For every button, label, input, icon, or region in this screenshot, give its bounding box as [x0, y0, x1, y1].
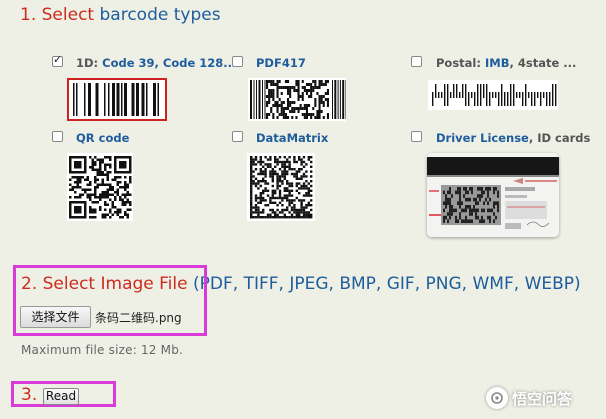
option-prefix-1d: 1D: [76, 56, 103, 70]
option-label-qr: QR code [76, 131, 129, 145]
option-label-driver-license: Driver License, ID cards [436, 131, 590, 145]
step1-heading: 1. Select barcode types [20, 5, 221, 25]
selected-file-name: 条码二维码.png [95, 311, 182, 325]
format-png: PNG, [425, 274, 468, 294]
option-label-pdf417: PDF417 [256, 56, 306, 70]
barcode-1d-image[interactable] [67, 78, 167, 121]
barcode-datamatrix-image[interactable] [247, 153, 315, 221]
checkbox-pdf417[interactable] [232, 56, 243, 67]
watermark-text: 悟空问答 [512, 389, 573, 408]
format-wmf: WMF, [472, 274, 520, 294]
barcode-pdf417-image[interactable] [248, 78, 346, 121]
checkbox-datamatrix[interactable] [232, 131, 243, 142]
checkbox-1d[interactable] [52, 53, 63, 67]
format-webp: WEBP [524, 274, 575, 294]
option-suffix-postal: , 4state ... [509, 56, 577, 70]
option-label-datamatrix: DataMatrix [256, 131, 328, 145]
barcode-postal-graphic [432, 84, 557, 106]
option-label-1d: 1D: Code 39, Code 128... [76, 56, 236, 70]
barcode-qr-image[interactable] [67, 153, 133, 221]
format-tiff: TIFF, [243, 274, 284, 294]
checkbox-postal[interactable] [411, 56, 422, 67]
step1-title: barcode types [99, 5, 221, 25]
read-button[interactable]: Read [43, 388, 79, 405]
format-bmp: BMP, [339, 274, 382, 294]
barcode-1d-graphic [73, 83, 159, 116]
link-qr-code[interactable]: QR code [76, 131, 129, 145]
option-prefix-postal: Postal: [436, 56, 485, 70]
link-driver-license[interactable]: Driver License [436, 131, 529, 145]
max-file-size-note: Maximum file size: 12 Mb. [21, 343, 184, 357]
format-gif: GIF, [386, 274, 421, 294]
link-1d-types[interactable]: Code 39, Code 128... [102, 56, 236, 70]
option-label-postal: Postal: IMB, 4state ... [436, 56, 576, 70]
checkbox-qr[interactable] [52, 131, 63, 142]
link-datamatrix[interactable]: DataMatrix [256, 131, 328, 145]
datamatrix-graphic [250, 156, 313, 219]
driver-license-image[interactable] [427, 153, 559, 237]
link-pdf417[interactable]: PDF417 [256, 56, 306, 70]
barcode-postal-image[interactable] [428, 80, 558, 110]
barcode-pdf417-graphic [250, 80, 346, 119]
watermark-logo-icon [486, 387, 508, 409]
choose-file-button[interactable]: 选择文件 [20, 306, 91, 328]
driver-license-graphic [427, 153, 559, 237]
format-jpeg: JPEG, [289, 274, 334, 294]
link-imb[interactable]: IMB [485, 56, 510, 70]
step1-number: 1. [20, 5, 37, 25]
paren-close: ) [574, 274, 581, 294]
step1-select-word: Select [41, 5, 95, 25]
checkbox-driver-license[interactable] [411, 131, 422, 142]
watermark: 悟空问答 [486, 384, 602, 412]
qr-code-graphic [69, 156, 132, 219]
option-suffix-driver-license: , ID cards [528, 131, 591, 145]
